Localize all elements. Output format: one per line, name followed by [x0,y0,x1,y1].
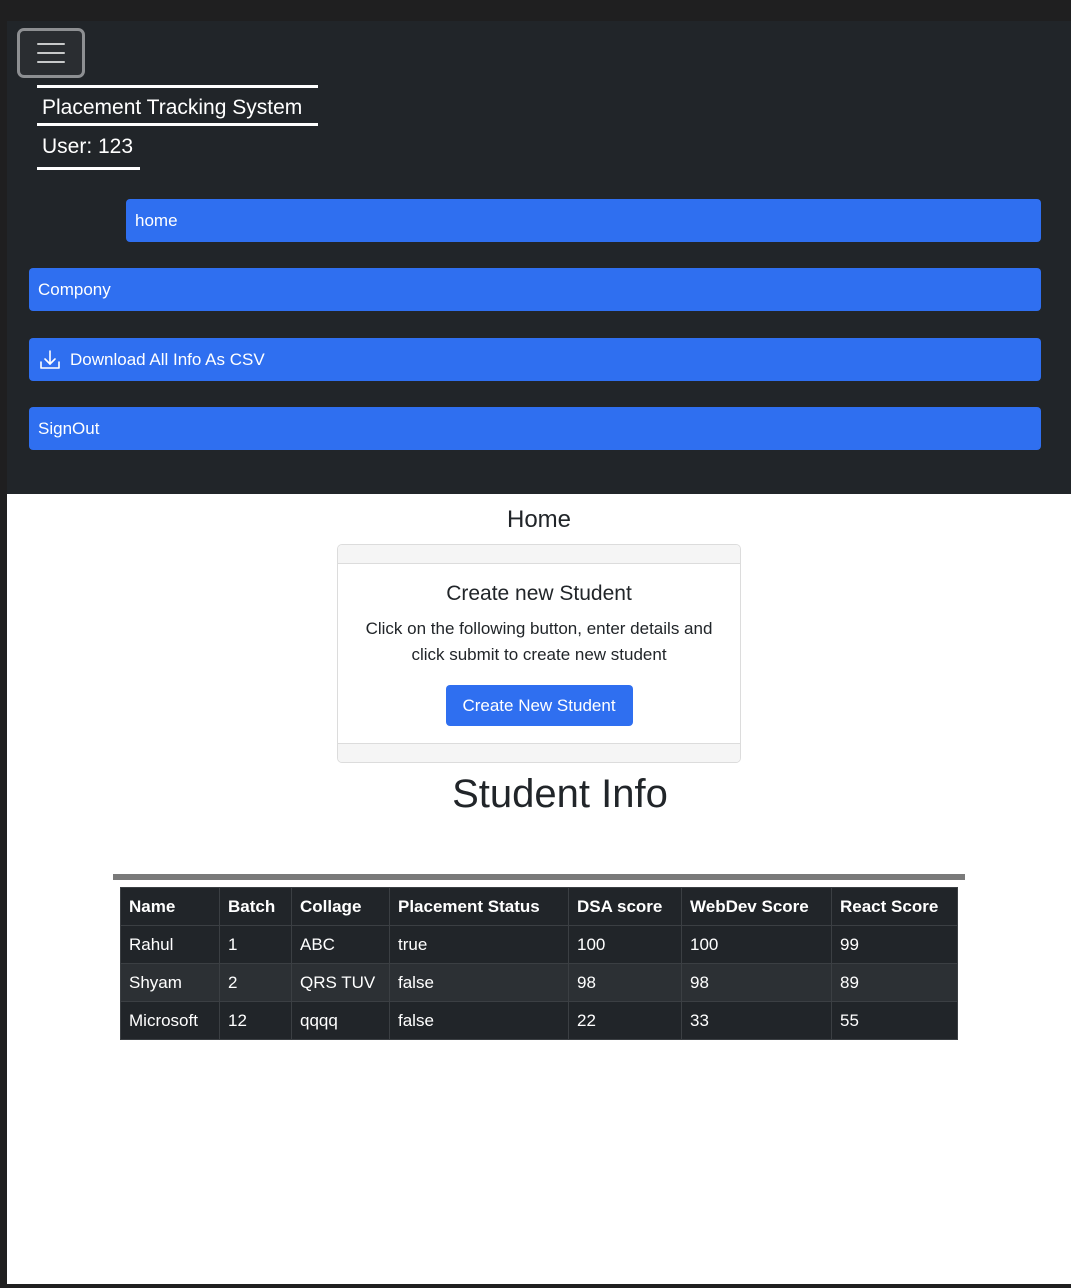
left-edge [0,21,7,1288]
table-header-row: Name Batch Collage Placement Status DSA … [120,887,958,926]
table-cell: Shyam [120,963,220,1002]
nav-company-button[interactable]: Compony [29,268,1041,311]
table-cell: ABC [291,925,390,964]
table-row: Rahul 1 ABC true 100 100 99 [120,925,958,964]
table-cell: QRS TUV [291,963,390,1002]
hamburger-icon [37,43,65,45]
create-new-student-button[interactable]: Create New Student [445,685,633,726]
card-header [338,545,740,564]
table-cell: 12 [219,1001,292,1040]
column-header: Placement Status [389,887,569,926]
column-header: DSA score [568,887,682,926]
download-icon [40,349,60,369]
brand-title: Placement Tracking System [37,85,318,126]
table-row: Microsoft 12 qqqq false 22 33 55 [120,1001,958,1040]
table-cell: 100 [681,925,832,964]
navbar: Placement Tracking System User: 123 home… [7,21,1071,494]
card-footer [338,743,740,762]
nav-company-label: Compony [38,280,111,299]
table-cell: Rahul [120,925,220,964]
bottom-edge [7,1284,1071,1288]
table-cell: 55 [831,1001,958,1040]
column-header: Collage [291,887,390,926]
table-row: Shyam 2 QRS TUV false 98 98 89 [120,963,958,1002]
nav-download-csv-button[interactable]: Download All Info As CSV [29,338,1041,381]
nav-home-button[interactable]: home [126,199,1041,242]
column-header: Batch [219,887,292,926]
column-header: WebDev Score [681,887,832,926]
column-header: Name [120,887,220,926]
student-table: Name Batch Collage Placement Status DSA … [120,887,958,1040]
card-text: Click on the following button, enter det… [365,619,713,664]
main-content: Home Create new Student Click on the fol… [7,494,1071,1284]
table-cell: false [389,963,569,1002]
table-cell: 33 [681,1001,832,1040]
nav-download-label: Download All Info As CSV [70,350,265,369]
table-cell: Microsoft [120,1001,220,1040]
table-cell: 2 [219,963,292,1002]
nav-signout-button[interactable]: SignOut [29,407,1041,450]
column-header: React Score [831,887,958,926]
table-cell: 98 [568,963,682,1002]
table-cell: true [389,925,569,964]
student-info-title: Student Info [452,772,668,816]
user-label: User: 123 [37,128,140,170]
nav-signout-label: SignOut [38,419,100,438]
table-cell: 98 [681,963,832,1002]
create-student-card: Create new Student Click on the followin… [337,544,741,763]
top-strip [0,0,1071,21]
divider [113,874,965,880]
table-cell: false [389,1001,569,1040]
table-cell: 1 [219,925,292,964]
card-title: Create new Student [446,582,632,605]
table-cell: 89 [831,963,958,1002]
table-cell: 100 [568,925,682,964]
table-cell: 22 [568,1001,682,1040]
navbar-toggler-button[interactable] [17,28,85,78]
table-cell: 99 [831,925,958,964]
table-cell: qqqq [291,1001,390,1040]
page-title: Home [506,506,572,533]
nav-home-label: home [135,211,178,230]
